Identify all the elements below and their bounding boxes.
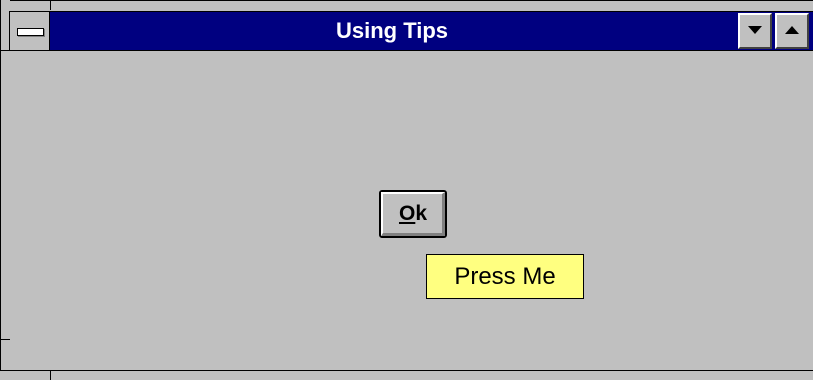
ok-accelerator-key: O <box>398 202 416 225</box>
frame-corner-marker <box>50 370 51 380</box>
minimize-button[interactable] <box>738 13 772 49</box>
window-frame-bottom[interactable] <box>0 370 813 380</box>
window-title: Using Tips <box>335 18 449 43</box>
minimize-arrow-icon <box>748 26 762 34</box>
system-menu-button[interactable] <box>9 11 50 51</box>
tooltip: Press Me <box>426 254 584 299</box>
system-menu-icon <box>17 28 44 36</box>
ok-button[interactable]: Ok <box>379 190 447 238</box>
ok-label-rest: k <box>415 202 428 225</box>
window-frame-top[interactable] <box>0 0 813 10</box>
ok-button-label: Ok <box>381 192 445 236</box>
maximize-button[interactable] <box>775 13 809 49</box>
window-frame-left[interactable] <box>0 0 10 380</box>
maximize-arrow-icon <box>785 26 799 34</box>
app-window: Using Tips Ok Press Me <box>0 0 813 380</box>
frame-corner-marker <box>50 0 51 10</box>
frame-corner-marker <box>0 339 10 340</box>
